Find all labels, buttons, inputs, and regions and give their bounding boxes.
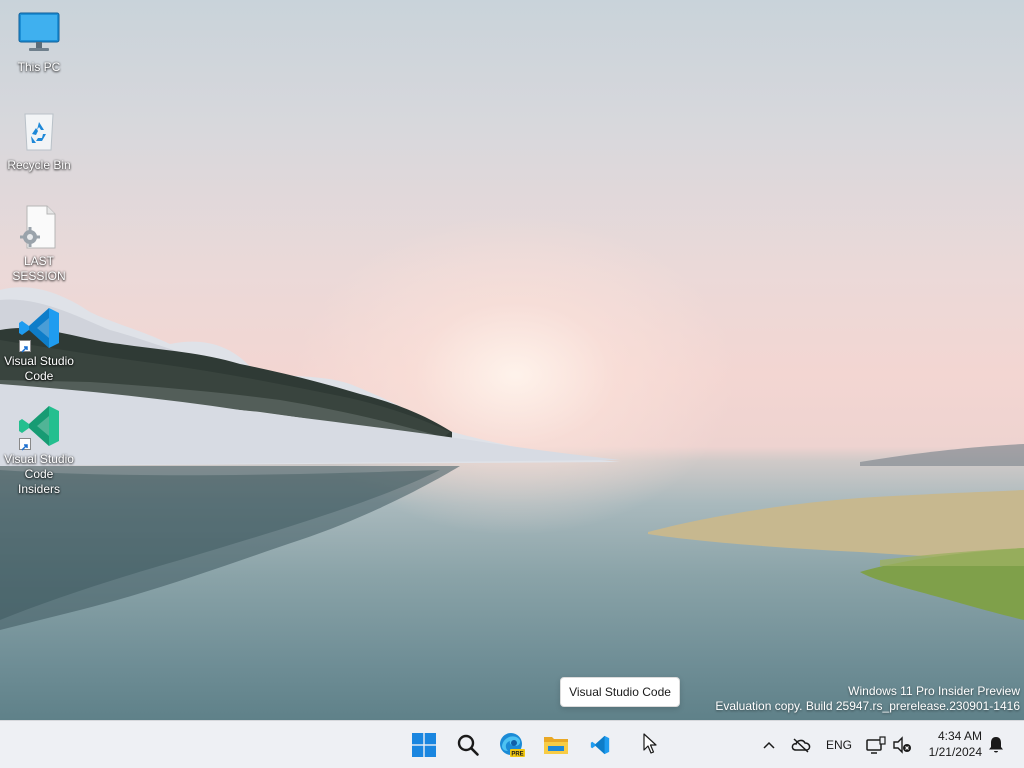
desktop-icon-label: Visual Studio Code — [4, 354, 74, 383]
start-button[interactable] — [404, 725, 444, 765]
shortcut-arrow-icon — [19, 438, 31, 451]
desktop-icon-recycle-bin[interactable]: Recycle Bin — [2, 108, 76, 173]
desktop-icon-vscode-insiders[interactable]: Visual Studio Code Insiders — [2, 402, 76, 497]
desktop-icon-vscode[interactable]: Visual Studio Code — [2, 304, 76, 384]
taskbar: PRE ENG 4:34 AM 1/21/2024 — [0, 720, 1024, 768]
system-clock[interactable]: 4:34 AM 1/21/2024 — [929, 728, 982, 760]
edge-preview-button[interactable]: PRE — [492, 725, 532, 765]
clock-time: 4:34 AM — [937, 729, 982, 743]
edge-pre-icon: PRE — [500, 733, 525, 758]
vscode-icon — [590, 735, 610, 755]
taskbar-tooltip: Visual Studio Code — [560, 677, 680, 707]
document-gear-icon — [15, 204, 63, 252]
desktop-icon-label: This PC — [17, 60, 61, 74]
vscode-button[interactable] — [580, 725, 620, 765]
desktop[interactable]: This PC Recycle Bin LAST SESSION Visual … — [0, 0, 1024, 720]
desktop-icon-this-pc[interactable]: This PC — [2, 10, 76, 75]
desktop-icon-label: Visual Studio Code Insiders — [4, 452, 74, 496]
show-hidden-icons-button[interactable] — [758, 729, 780, 761]
search-button[interactable] — [448, 725, 488, 765]
chevron-up-icon — [763, 741, 775, 749]
wallpaper-scenery — [0, 287, 1024, 630]
file-explorer-button[interactable] — [536, 725, 576, 765]
network-icon — [866, 736, 886, 754]
volume-muted-icon — [893, 736, 911, 754]
vscode-insiders-icon — [15, 402, 63, 451]
windows-logo-icon — [412, 733, 436, 757]
monitor-icon — [15, 10, 63, 58]
notifications-button[interactable] — [984, 729, 1008, 761]
mouse-pointer-icon — [643, 733, 657, 754]
cloud-offline-icon — [791, 738, 811, 753]
search-icon — [457, 734, 479, 756]
onedrive-status-button[interactable] — [788, 729, 814, 761]
watermark-line-edition: Windows 11 Pro Insider Preview — [848, 684, 1020, 698]
network-button[interactable] — [864, 729, 888, 761]
clock-date: 1/21/2024 — [928, 745, 982, 759]
watermark-line-build: Evaluation copy. Build 25947.rs_prerelea… — [715, 699, 1020, 713]
volume-button[interactable] — [890, 729, 914, 761]
input-language-indicator[interactable]: ENG — [822, 729, 856, 761]
edge-pre-badge: PRE — [511, 752, 523, 758]
desktop-icon-label: Recycle Bin — [7, 158, 71, 172]
folder-icon — [544, 737, 568, 754]
shortcut-arrow-icon — [19, 340, 31, 353]
desktop-icon-label: LAST SESSION — [12, 254, 66, 283]
vscode-icon — [15, 304, 63, 353]
desktop-icon-last-session[interactable]: LAST SESSION — [2, 204, 76, 284]
recycle-bin-icon — [15, 108, 63, 156]
bell-icon — [989, 737, 1003, 753]
windows-watermark: Windows 11 Pro Insider Preview Evaluatio… — [715, 684, 1020, 714]
